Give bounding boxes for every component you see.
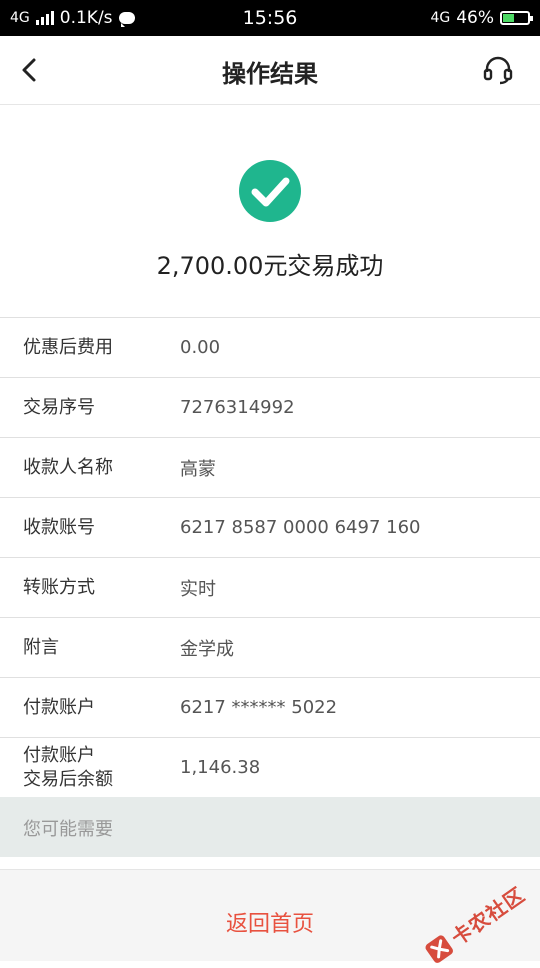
detail-label: 交易序号 xyxy=(23,396,95,418)
battery-percent: 46% xyxy=(456,8,494,28)
detail-value: 0.00 xyxy=(180,337,221,358)
detail-row-payer-account: 付款账户 6217 ****** 5022 xyxy=(0,678,540,738)
detail-label: 收款人名称 xyxy=(23,456,113,478)
detail-label: 附言 xyxy=(23,636,59,658)
detail-row-fee: 优惠后费用 0.00 xyxy=(0,318,540,378)
detail-row-payee-account: 收款账号 6217 8587 0000 6497 160 xyxy=(0,498,540,558)
detail-value: 实时 xyxy=(180,578,216,600)
detail-row-payee-name: 收款人名称 高蒙 xyxy=(0,438,540,498)
page-title: 操作结果 xyxy=(222,60,318,88)
detail-value: 7276314992 xyxy=(180,397,295,418)
divider xyxy=(0,857,540,869)
headset-icon xyxy=(483,56,513,85)
result-message: 2,700.00元交易成功 xyxy=(156,252,384,280)
result-panel: 2,700.00元交易成功 xyxy=(0,105,540,317)
transaction-details: 优惠后费用 0.00 交易序号 7276314992 收款人名称 高蒙 收款账号… xyxy=(0,317,540,798)
section-header: 您可能需要 xyxy=(23,819,113,840)
customer-service-button[interactable] xyxy=(482,54,514,86)
detail-label: 收款账号 xyxy=(23,516,95,538)
detail-value: 高蒙 xyxy=(180,458,216,480)
detail-label: 优惠后费用 xyxy=(23,336,113,358)
you-may-need-section: 您可能需要 xyxy=(0,797,540,857)
network-type-right: 4G xyxy=(430,10,451,26)
battery-icon xyxy=(500,11,533,25)
detail-row-balance: 付款账户 交易后余额 1,146.38 xyxy=(0,738,540,798)
detail-value: 1,146.38 xyxy=(180,757,261,778)
check-circle-icon xyxy=(239,160,301,222)
detail-row-transfer-method: 转账方式 实时 xyxy=(0,558,540,618)
detail-value: 金学成 xyxy=(180,638,234,660)
detail-label: 转账方式 xyxy=(23,576,95,598)
detail-row-serial: 交易序号 7276314992 xyxy=(0,378,540,438)
detail-value: 6217 8587 0000 6497 160 xyxy=(180,517,421,538)
status-bar: 4G 0.1K/s 15:56 4G 46% xyxy=(0,0,540,36)
detail-row-memo: 附言 金学成 xyxy=(0,618,540,678)
detail-label: 付款账户 xyxy=(23,696,95,718)
detail-label: 付款账户 交易后余额 xyxy=(23,744,113,790)
status-right: 4G 46% xyxy=(430,8,533,28)
detail-value: 6217 ****** 5022 xyxy=(180,697,338,718)
nav-bar: 操作结果 xyxy=(0,36,540,105)
